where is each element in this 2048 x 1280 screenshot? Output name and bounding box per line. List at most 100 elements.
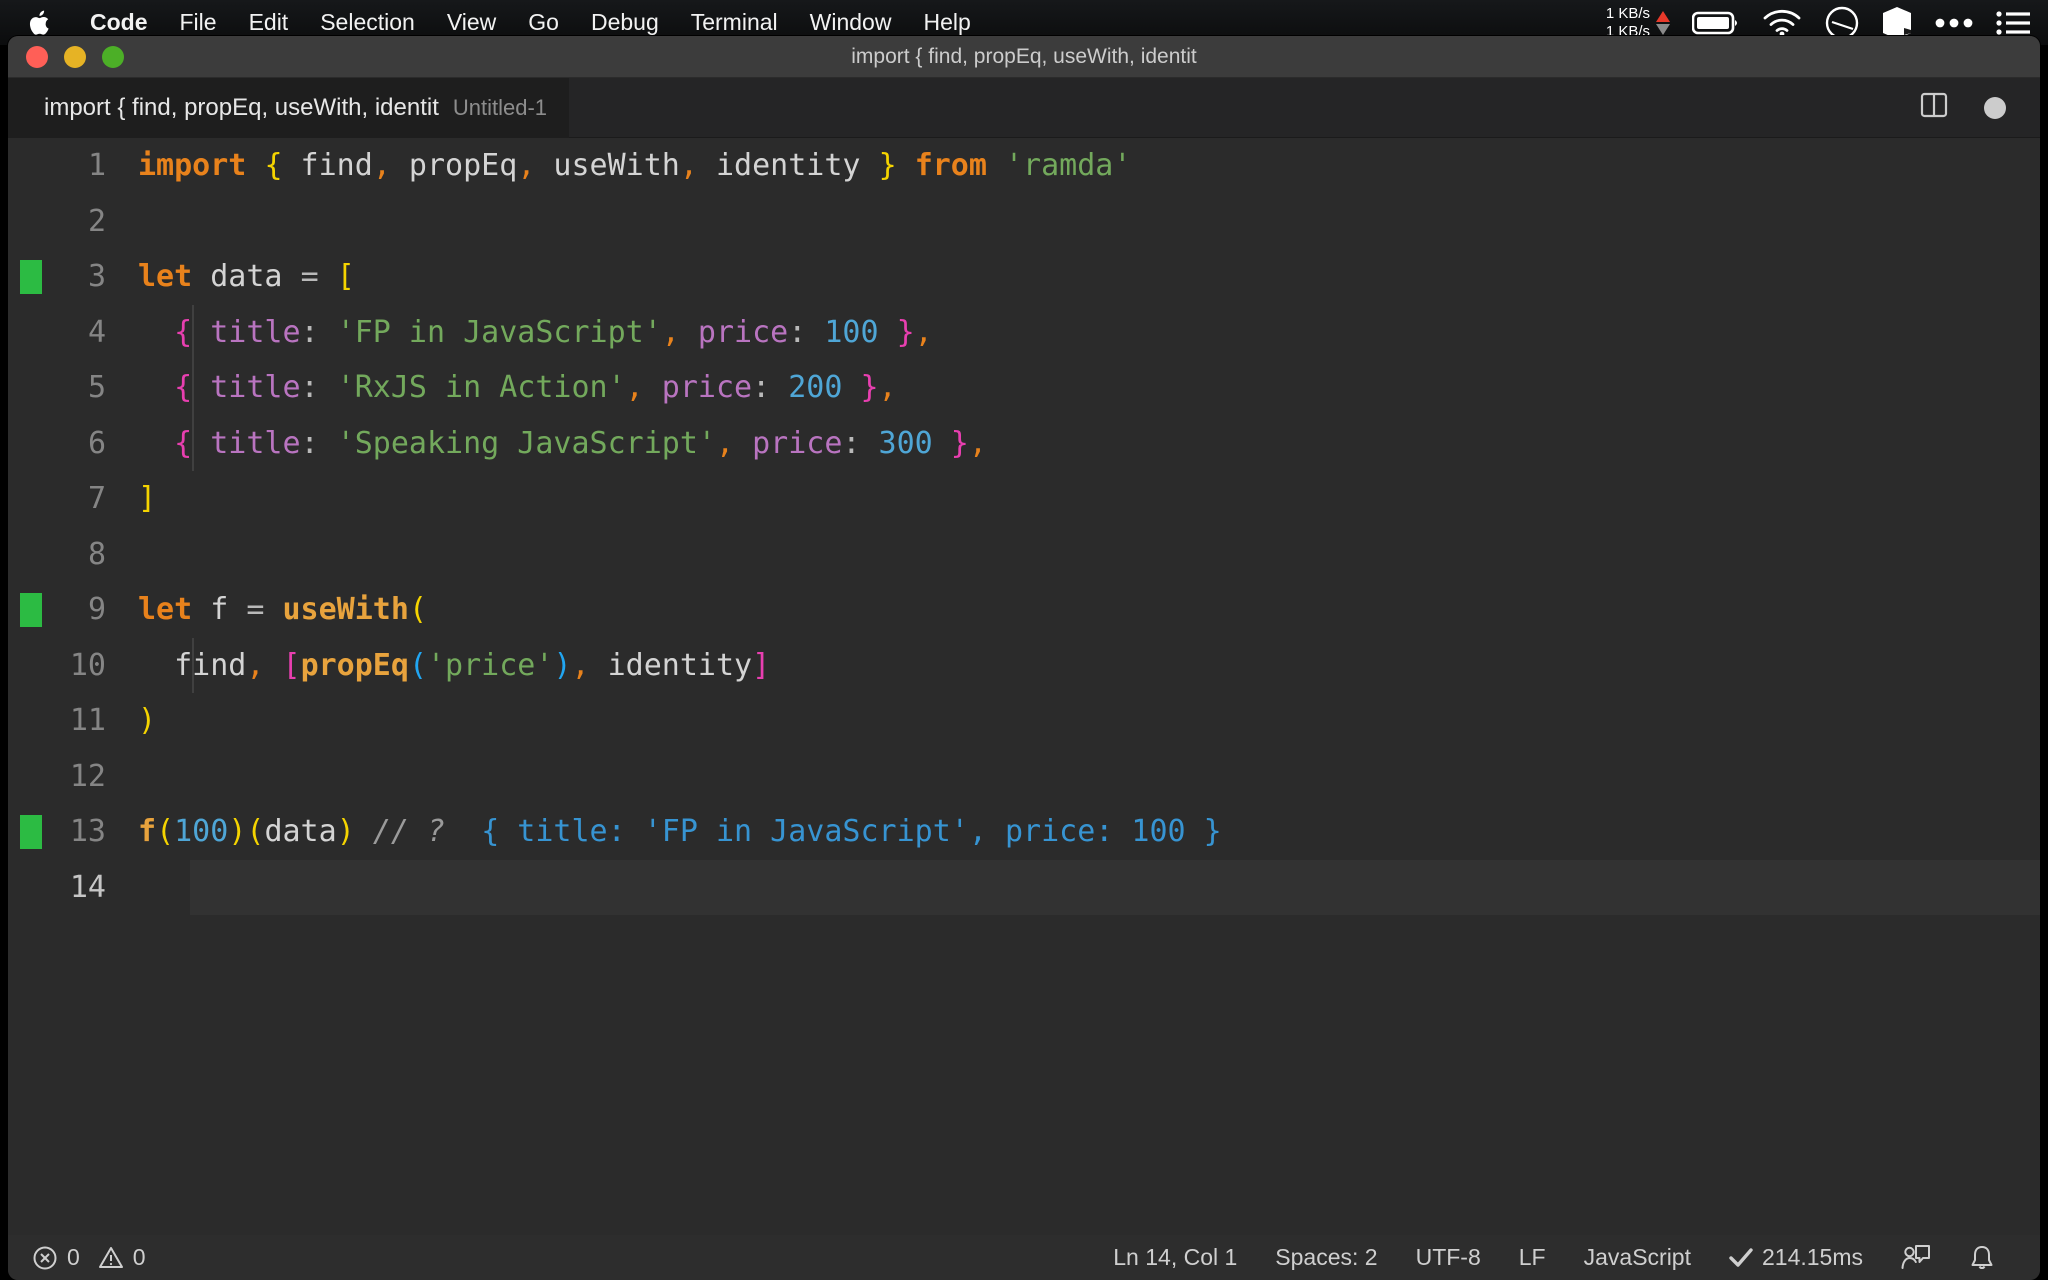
code-line[interactable]: 12 — [8, 749, 2040, 805]
line-number: 11 — [69, 703, 106, 739]
code-editor[interactable]: 1 import { find, propEq, useWith, identit… — [8, 138, 2040, 1235]
code-text: import { find, propEq, useWith, identity… — [138, 148, 1131, 183]
wifi-icon[interactable] — [1762, 9, 1802, 37]
code-line[interactable]: 3 let data = [ — [8, 249, 2040, 305]
code-token: ( — [408, 592, 427, 628]
bell-icon[interactable] — [1950, 1244, 2014, 1272]
code-token: [ — [282, 647, 301, 683]
line-number: 1 — [87, 148, 106, 184]
code-line[interactable]: 5 { title: 'RxJS in Action', price: 200 … — [8, 360, 2040, 416]
code-token: { title: 'FP in JavaScript', price: 100 … — [481, 814, 1222, 850]
code-line[interactable]: 10 find, [propEq('price'), identity] — [8, 637, 2040, 693]
ellipsis-icon[interactable] — [1934, 17, 1974, 29]
minimize-button[interactable] — [64, 45, 86, 68]
code-token: , — [372, 148, 391, 184]
run-time-indicator[interactable]: 214.15ms — [1710, 1244, 1882, 1271]
code-token: 'FP in JavaScript' — [336, 314, 662, 350]
code-token: 'RxJS in Action' — [336, 370, 626, 406]
code-token: { — [174, 314, 193, 350]
code-token: : — [842, 425, 861, 461]
editor-tab-untitled-1[interactable]: import { find, propEq, useWith, identit … — [8, 77, 570, 138]
code-token: price — [752, 425, 843, 461]
code-token: , — [715, 425, 735, 461]
split-editor-icon[interactable] — [1918, 89, 1950, 126]
code-token: , — [625, 370, 644, 406]
code-line[interactable]: 1 import { find, propEq, useWith, identit… — [8, 138, 2040, 194]
code-token: f — [210, 592, 229, 628]
code-token: propEq — [390, 148, 518, 184]
code-token: : — [300, 314, 319, 350]
battery-icon[interactable] — [1692, 10, 1740, 36]
unsaved-dot-icon[interactable] — [1984, 96, 2006, 119]
code-text: let f = useWith( — [138, 592, 427, 627]
code-line[interactable]: 9 let f = useWith( — [8, 582, 2040, 638]
code-text: let data = [ — [138, 259, 355, 294]
code-token: title — [210, 425, 301, 461]
problems-indicator[interactable]: 0 0 — [32, 1244, 165, 1271]
upload-triangle-icon — [1656, 10, 1670, 22]
code-token: useWith — [535, 148, 680, 184]
gutter-change-marker[interactable] — [20, 814, 42, 849]
gutter-change-marker[interactable] — [20, 592, 42, 627]
encoding-setting[interactable]: UTF-8 — [1397, 1244, 1500, 1271]
code-text: find, [propEq('price'), identity] — [138, 648, 770, 683]
code-text: f(100)(data) // ? { title: 'FP in JavaSc… — [138, 814, 1222, 849]
code-token: , — [517, 148, 536, 184]
code-token: { — [174, 425, 193, 461]
eol-setting[interactable]: LF — [1500, 1244, 1565, 1271]
code-token: } — [950, 425, 969, 461]
code-token: } — [896, 314, 915, 350]
maximize-button[interactable] — [102, 45, 124, 68]
code-token: { — [264, 148, 283, 184]
code-token: find — [174, 647, 247, 683]
line-number: 12 — [69, 758, 106, 794]
warning-count: 0 — [132, 1244, 146, 1270]
code-line[interactable]: 11) — [8, 693, 2040, 749]
network-speed-indicator[interactable]: 1 KB/s 1 KB/s — [1606, 5, 1670, 40]
code-line[interactable]: 13 f(100)(data) // ? { title: 'FP in Java… — [8, 804, 2040, 860]
code-token: , — [968, 425, 987, 461]
list-icon[interactable] — [1996, 10, 2030, 36]
cube-icon[interactable] — [1882, 6, 1912, 40]
code-line[interactable]: 14 — [8, 859, 2040, 915]
window-title-bar: import { find, propEq, useWith, identit — [8, 36, 2040, 78]
feedback-person-icon[interactable] — [1882, 1244, 1950, 1272]
line-number: 2 — [87, 203, 106, 239]
editor-tab-actions — [1918, 89, 2040, 126]
apple-logo-icon[interactable] — [28, 8, 54, 38]
cursor-position[interactable]: Ln 14, Col 1 — [1094, 1244, 1256, 1271]
status-bar-left: 0 0 — [8, 1244, 165, 1271]
code-text: ) — [138, 703, 156, 738]
gutter-change-marker[interactable] — [20, 259, 42, 294]
vscode-window: import { find, propEq, useWith, identit … — [8, 36, 2040, 1280]
window-title: import { find, propEq, useWith, identit — [851, 44, 1197, 68]
code-line[interactable]: 8 — [8, 527, 2040, 583]
code-line[interactable]: 6 { title: 'Speaking JavaScript', price:… — [8, 415, 2040, 471]
code-token: ) — [138, 703, 157, 739]
code-line[interactable]: 2 — [8, 194, 2040, 250]
language-mode[interactable]: JavaScript — [1565, 1244, 1710, 1271]
close-button[interactable] — [26, 45, 48, 68]
code-line[interactable]: 4 { title: 'FP in JavaScript', price: 10… — [8, 304, 2040, 360]
line-number: 5 — [87, 370, 106, 406]
code-token: : — [752, 370, 771, 406]
line-number: 7 — [87, 481, 106, 517]
code-token: 'ramda' — [1005, 148, 1132, 184]
code-token: , — [571, 647, 590, 683]
indentation-setting[interactable]: Spaces: 2 — [1256, 1244, 1396, 1271]
code-token: ) — [228, 814, 247, 850]
code-token: propEq — [300, 647, 409, 683]
code-token: 100 — [174, 814, 229, 850]
code-line[interactable]: 7] — [8, 471, 2040, 527]
